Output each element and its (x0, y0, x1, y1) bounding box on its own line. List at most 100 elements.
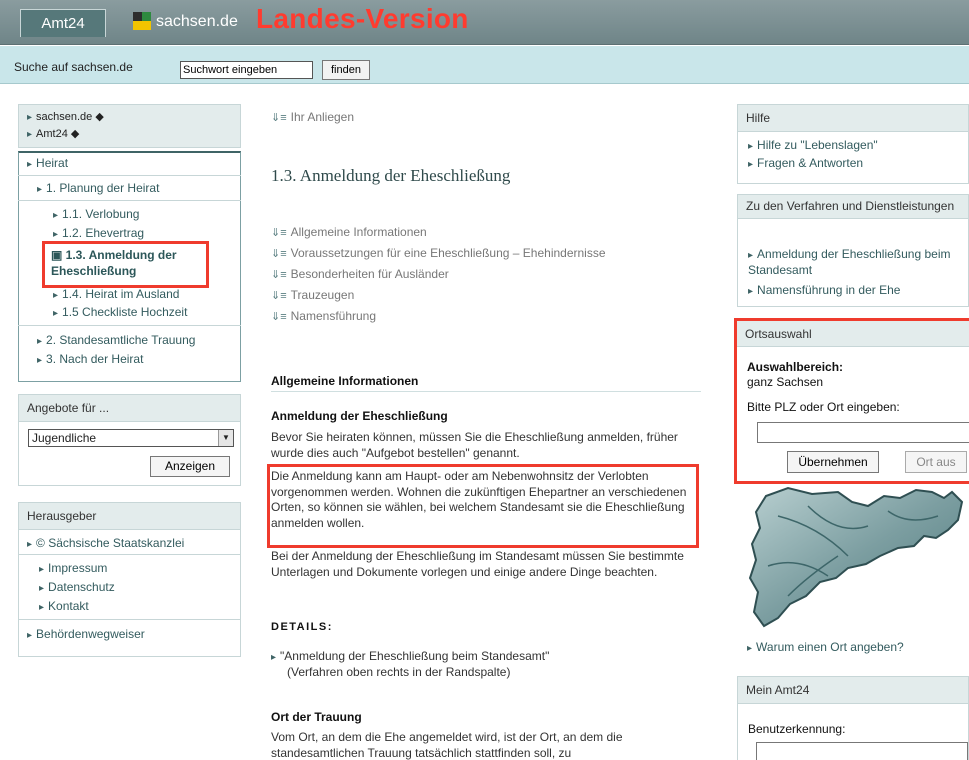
nav-item-heirat[interactable]: ▸ Heirat (27, 156, 68, 170)
paragraph-highlighted: Die Anmeldung kann am Haupt- oder am Neb… (271, 469, 687, 530)
link-staatskanzlei[interactable]: ▸ © Sächsische Staatskanzlei (27, 536, 184, 550)
chevron-right-icon: ▸ (747, 643, 753, 654)
main-content: ⇓≡ Ihr Anliegen 1.3. Anmeldung der Ehesch… (267, 0, 701, 760)
detail-link[interactable]: ▸ "Anmeldung der Eheschließung beim Stand… (271, 649, 701, 666)
anchor-list-icon: ⇓≡ (271, 248, 287, 260)
divider (18, 175, 241, 176)
divider (271, 391, 701, 392)
anchor-list-icon: ⇓≡ (271, 269, 287, 281)
link-namensfuehrung[interactable]: ▸ Namensführung in der Ehe (748, 283, 900, 299)
paragraph: Bei der Anmeldung der Eheschließung im S… (271, 549, 684, 579)
nav-item-active[interactable]: ▣ 1.3. Anmeldung der Eheschließung (42, 241, 209, 288)
nav-item-planung[interactable]: ▸ 1. Planung der Heirat (37, 181, 159, 195)
chevron-right-icon: ▸ (39, 564, 45, 575)
chevron-right-icon: ▸ (27, 129, 33, 140)
chevron-right-icon: ▸ (37, 355, 43, 366)
my-amt24-box: Mein Amt24 Benutzerkennung: (737, 676, 969, 760)
divider (19, 619, 240, 620)
herausgeber-box: Herausgeber ▸ © Sächsische Staatskanzlei … (18, 502, 241, 657)
divider (18, 200, 241, 201)
link-anmeldung-standesamt[interactable]: ▸ Anmeldung der Eheschließung beim Stande… (748, 247, 960, 278)
sachsen-logo-icon[interactable] (133, 12, 151, 30)
link-datenschutz[interactable]: ▸ Datenschutz (39, 580, 115, 594)
help-title: Hilfe (738, 105, 968, 132)
link-why-location[interactable]: ▸ Warum einen Ort angeben? (747, 640, 904, 654)
nav-item-verlobung[interactable]: ▸ 1.1. Verlobung (53, 207, 139, 221)
nav-item-checkliste[interactable]: ▸ 1.5 Checkliste Hochzeit (53, 305, 187, 319)
nav-item-nach-der-heirat[interactable]: ▸ 3. Nach der Heirat (37, 352, 143, 366)
toc-item[interactable]: ⇓≡ Trauzeugen (271, 288, 354, 302)
chevron-right-icon: ▸ (53, 308, 59, 319)
saxony-map[interactable] (748, 486, 966, 628)
paragraph: Bevor Sie heiraten können, müssen Sie di… (271, 430, 678, 460)
chevron-right-icon: ▸ (748, 141, 754, 152)
link-faq[interactable]: ▸ Fragen & Antworten (748, 156, 863, 172)
procedures-title: Zu den Verfahren und Dienstleistungen (738, 195, 968, 219)
details-heading: DETAILS: (271, 621, 333, 633)
toc-item[interactable]: ⇓≡ Namensführung (271, 309, 376, 323)
selection-value: ganz Sachsen (747, 375, 824, 389)
toc-item[interactable]: ⇓≡ Allgemeine Informationen (271, 225, 427, 239)
chevron-right-icon: ▸ (748, 250, 754, 261)
chevron-right-icon: ▸ (53, 210, 59, 221)
chevron-right-icon: ▸ (53, 229, 59, 240)
chevron-down-icon[interactable]: ▼ (218, 430, 233, 446)
angebote-title: Angebote für ... (19, 395, 240, 422)
location-off-button[interactable]: Ort aus (905, 451, 967, 473)
toc-item[interactable]: ⇓≡ Besonderheiten für Ausländer (271, 267, 449, 281)
show-button[interactable]: Anzeigen (150, 456, 230, 477)
chevron-right-icon: ▸ (27, 539, 33, 550)
search-label: Suche auf sachsen.de (14, 60, 133, 74)
chevron-right-icon: ▸ (271, 652, 277, 663)
chevron-right-icon: ▸ (53, 290, 59, 301)
location-title: Ortsauswahl (737, 321, 969, 347)
divider (19, 554, 240, 555)
breadcrumb-item[interactable]: ▸ Amt24 ◆ (27, 126, 232, 143)
apply-location-button[interactable]: Übernehmen (787, 451, 879, 473)
herausgeber-title: Herausgeber (19, 503, 240, 530)
anchor-list-icon: ⇓≡ (271, 290, 287, 302)
tab-amt24[interactable]: Amt24 (20, 9, 106, 37)
chevron-right-icon: ▸ (27, 630, 33, 641)
link-behoerdenwegweiser[interactable]: ▸ Behördenwegweiser (27, 627, 145, 641)
chevron-right-icon: ▸ (39, 602, 45, 613)
audience-select[interactable]: Jugendliche ▼ (28, 429, 234, 447)
page-title: 1.3. Anmeldung der Eheschließung (271, 166, 511, 185)
angebote-box: Angebote für ... Jugendliche ▼ Anzeigen (18, 394, 241, 486)
anchor-list-icon: ⇓≡ (271, 227, 287, 239)
toc-item[interactable]: ⇓≡ Voraussetzungen für eine Eheschließung… (271, 246, 606, 260)
username-label: Benutzerkennung: (748, 722, 846, 736)
chevron-right-icon: ▸ (37, 184, 43, 195)
breadcrumb: ▸ sachsen.de ◆ ▸ Amt24 ◆ (18, 104, 241, 148)
nav-item-ehevertrag[interactable]: ▸ 1.2. Ehevertrag (53, 226, 144, 240)
detail-note: (Verfahren oben rechts in der Randspalte… (287, 665, 511, 679)
username-input[interactable] (756, 742, 968, 760)
link-help-lebenslagen[interactable]: ▸ Hilfe zu "Lebenslagen" (748, 138, 878, 154)
chevron-right-icon: ▸ (748, 159, 754, 170)
my-amt24-title: Mein Amt24 (738, 677, 968, 704)
section-heading: Allgemeine Informationen (271, 374, 419, 388)
breadcrumb-item[interactable]: ▸ sachsen.de ◆ (27, 109, 232, 126)
location-input[interactable] (757, 422, 969, 443)
anchor-list-icon: ⇓≡ (271, 311, 287, 323)
subheading: Ort der Trauung (271, 710, 362, 724)
selection-label: Auswahlbereich: (747, 360, 844, 374)
square-bullet-icon: ▣ (51, 248, 66, 262)
chevron-right-icon: ▸ (27, 112, 33, 123)
sachsen-logo-text[interactable]: sachsen.de (156, 13, 238, 31)
paragraph: Vom Ort, an dem die Ehe angemeldet wird,… (271, 730, 623, 760)
anchor-list-icon: ⇓≡ (271, 112, 287, 124)
divider (18, 325, 241, 326)
nav-item-trauung[interactable]: ▸ 2. Standesamtliche Trauung (37, 333, 195, 347)
location-box: Ortsauswahl Auswahlbereich: ganz Sachsen… (734, 318, 969, 484)
location-prompt: Bitte PLZ oder Ort eingeben: (747, 400, 900, 414)
nav-item-ausland[interactable]: ▸ 1.4. Heirat im Ausland (53, 287, 179, 301)
link-ihr-anliegen[interactable]: ⇓≡ Ihr Anliegen (271, 110, 354, 124)
link-impressum[interactable]: ▸ Impressum (39, 561, 107, 575)
help-box: Hilfe ▸ Hilfe zu "Lebenslagen" ▸ Fragen & … (737, 104, 969, 184)
link-kontakt[interactable]: ▸ Kontakt (39, 599, 89, 613)
subheading: Anmeldung der Eheschließung (271, 409, 448, 423)
chevron-right-icon: ▸ (27, 159, 33, 170)
chevron-right-icon: ▸ (39, 583, 45, 594)
chevron-right-icon: ▸ (748, 286, 754, 297)
